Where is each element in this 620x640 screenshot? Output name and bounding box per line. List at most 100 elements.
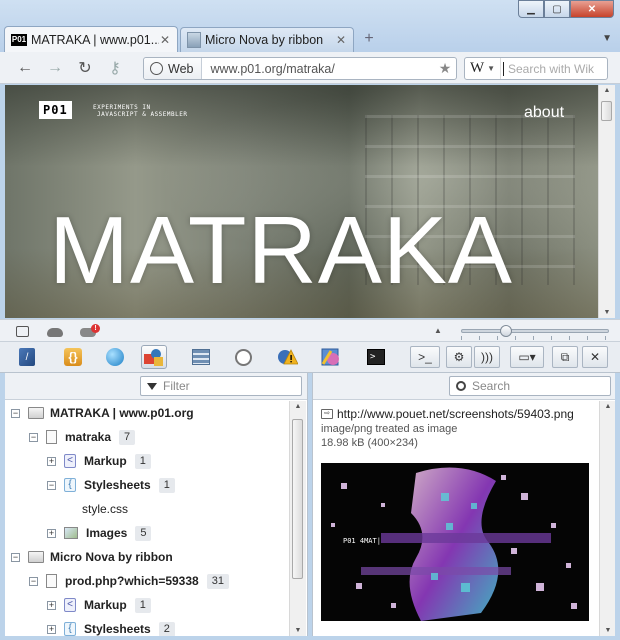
resource-tree-panel: Filter − MATRAKA | www.p01.org − matraka… <box>5 373 308 636</box>
scripts-tab[interactable]: {} <box>60 345 86 369</box>
address-url[interactable]: www.p01.org/matraka/ <box>202 62 434 76</box>
new-tab-button[interactable]: + <box>358 28 380 50</box>
tree-scrollbar[interactable]: ▲ ▼ <box>289 401 306 636</box>
collapse-icon[interactable]: − <box>29 576 38 586</box>
scroll-up-icon[interactable]: ▲ <box>290 403 306 410</box>
devtools-toolbar: / {} > >_ ⚙ ))) ▭▾ ⧉ ✕ <box>0 342 620 373</box>
page-icon <box>187 32 201 48</box>
panel-toggle-icon[interactable] <box>14 324 30 338</box>
tree-row-markup[interactable]: + < Markup 1 <box>47 595 151 615</box>
tree-row-images[interactable]: + Images 5 <box>47 523 152 543</box>
bookmark-star-icon[interactable]: ★ <box>434 60 456 77</box>
remote-debug-button[interactable]: ))) <box>474 346 500 368</box>
tree-row-document[interactable]: − Micro Nova by ribbon <box>11 547 173 567</box>
tab-micro-nova[interactable]: Micro Nova by ribbon ✕ <box>180 27 354 52</box>
tree-row-stylesheets[interactable]: + { Stylesheets 2 <box>47 619 175 636</box>
markup-icon: < <box>64 454 76 468</box>
zoom-slider[interactable] <box>461 325 609 337</box>
search-engine-selector[interactable]: W ▼ <box>465 58 501 79</box>
tab-menu-chevron-icon[interactable]: ▼ <box>602 33 612 44</box>
settings-button[interactable]: ⚙ <box>446 346 472 368</box>
debug-context-button[interactable]: ▭▾ <box>510 346 544 368</box>
search-placeholder[interactable]: Search with Wik <box>503 61 594 76</box>
tree-row-frame[interactable]: − prod.php?which=59338 31 <box>29 571 229 591</box>
close-icon: ✕ <box>589 350 601 364</box>
tab-matraka[interactable]: P01 MATRAKA | www.p01.... ✕ <box>4 26 178 52</box>
image-icon <box>64 527 78 539</box>
tree-row-stylesheets[interactable]: − { Stylesheets 1 <box>47 475 175 495</box>
profiler-tab[interactable] <box>230 345 256 369</box>
collapse-icon[interactable]: − <box>29 432 38 442</box>
expand-icon[interactable]: + <box>47 624 56 634</box>
scroll-down-icon[interactable]: ▼ <box>600 627 615 634</box>
address-bar[interactable]: Web www.p01.org/matraka/ ★ <box>143 57 457 80</box>
close-devtools-button[interactable]: ✕ <box>582 346 608 368</box>
documents-tab[interactable]: / <box>14 345 40 369</box>
console-tab[interactable]: > <box>363 345 389 369</box>
tree-label: style.css <box>82 502 129 516</box>
expand-icon[interactable]: + <box>47 528 56 538</box>
count-badge: 7 <box>119 429 136 445</box>
filter-input[interactable]: Filter <box>140 376 302 396</box>
utilities-tab[interactable] <box>318 345 344 369</box>
cloud-icon[interactable] <box>47 324 63 338</box>
webpage-viewport: P01 EXPERIMENTS IN JAVASCRIPT & ASSEMBLE… <box>5 85 598 318</box>
forward-button[interactable]: → <box>40 54 70 82</box>
scroll-down-icon[interactable]: ▼ <box>599 309 615 316</box>
resource-url-row[interactable]: ⇨ http://www.pouet.net/screenshots/59403… <box>321 407 605 421</box>
navigation-toolbar: ← → ↻ ⚷ Web www.p01.org/matraka/ ★ W ▼ Se… <box>0 52 620 84</box>
expand-icon[interactable]: + <box>47 456 56 466</box>
detail-scrollbar[interactable]: ▲ ▼ <box>599 401 615 636</box>
network-tab[interactable] <box>188 345 214 369</box>
site-logo[interactable]: P01 <box>39 101 72 119</box>
tree-row-document[interactable]: − MATRAKA | www.p01.org <box>11 403 194 423</box>
file-icon <box>46 430 57 444</box>
window-titlebar: ▁ ▢ ✕ P01 MATRAKA | www.p01.... ✕ Micro … <box>0 0 620 52</box>
status-bar: ! ▲ <box>0 319 620 342</box>
tab-close-icon[interactable]: ✕ <box>335 33 347 47</box>
command-line-button[interactable]: >_ <box>410 346 440 368</box>
minimize-button[interactable]: ▁ <box>518 0 544 18</box>
tree-row-frame[interactable]: − matraka 7 <box>29 427 136 447</box>
scroll-down-icon[interactable]: ▼ <box>290 627 306 634</box>
tree-label: matraka <box>65 430 112 444</box>
scroll-up-icon[interactable]: ▲ <box>599 87 615 94</box>
tree-row-markup[interactable]: + < Markup 1 <box>47 451 151 471</box>
resources-tab[interactable] <box>141 345 167 369</box>
site-info-badge[interactable]: Web <box>144 58 203 79</box>
collapse-icon[interactable]: − <box>11 408 20 418</box>
collapse-icon[interactable]: − <box>47 480 56 490</box>
search-input[interactable]: Search <box>449 376 611 396</box>
open-resource-icon[interactable]: ⇨ <box>321 409 333 419</box>
markup-icon: < <box>64 598 76 612</box>
p01-logo-icon: P01 <box>11 33 27 46</box>
tree-row-stylesheet-file[interactable]: style.css <box>82 499 128 519</box>
count-badge: 1 <box>134 597 151 613</box>
collapse-icon[interactable]: − <box>11 552 20 562</box>
page-scrollbar[interactable]: ▲ ▼ <box>598 85 615 318</box>
console-icon: > <box>367 349 385 365</box>
detach-button[interactable]: ⧉ <box>552 346 578 368</box>
page-scrollbar-thumb[interactable] <box>601 101 612 121</box>
maximize-button[interactable]: ▢ <box>544 0 570 18</box>
resource-url[interactable]: http://www.pouet.net/screenshots/59403.p… <box>337 407 574 421</box>
site-tagline: EXPERIMENTS IN JAVASCRIPT & ASSEMBLER <box>93 104 187 118</box>
scroll-up-icon[interactable]: ▲ <box>600 403 615 410</box>
reload-button[interactable]: ↻ <box>70 54 100 82</box>
about-link[interactable]: about <box>524 104 564 122</box>
detach-window-icon: ⧉ <box>560 349 570 364</box>
notification-badge: ! <box>91 324 100 333</box>
expand-icon[interactable]: + <box>47 600 56 610</box>
key-icon[interactable]: ⚷ <box>100 54 130 82</box>
back-button[interactable]: ← <box>10 54 40 82</box>
zoom-menu-icon[interactable]: ▲ <box>434 326 442 335</box>
tree-label: Micro Nova by ribbon <box>50 550 173 564</box>
network-globe-tab[interactable] <box>102 345 128 369</box>
errors-tab[interactable] <box>275 345 301 369</box>
tree-scrollbar-thumb[interactable] <box>292 419 303 579</box>
search-field[interactable]: W ▼ Search with Wik <box>464 57 608 80</box>
tab-close-icon[interactable]: ✕ <box>159 33 171 47</box>
resource-detail-panel: Search ⇨ http://www.pouet.net/screenshot… <box>312 373 615 636</box>
broadcast-icon: ))) <box>481 350 493 364</box>
close-window-button[interactable]: ✕ <box>570 0 614 18</box>
